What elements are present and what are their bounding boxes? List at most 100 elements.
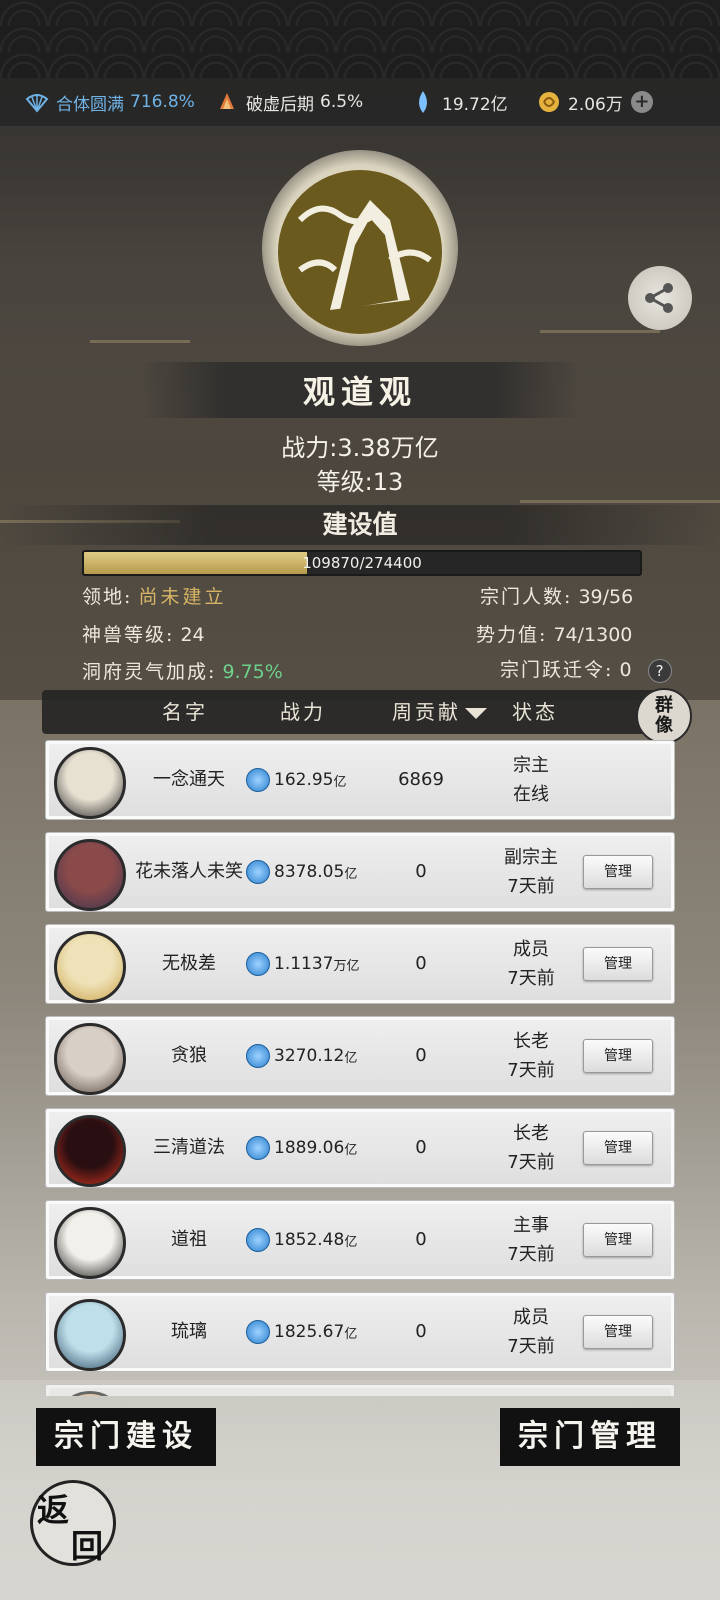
member-power-value: 3270.12	[274, 1046, 345, 1066]
influence-label: 势力值:	[476, 624, 548, 646]
member-avatar[interactable]	[54, 839, 126, 911]
build-progress-text: 109870/274400	[302, 554, 422, 572]
sect-build-button[interactable]: 宗门建设	[36, 1408, 216, 1466]
spirit-stone-value: 19.72亿	[442, 94, 508, 115]
move-token-info: 宗门跃迁令: 0 ?	[500, 655, 672, 683]
members-info: 宗门人数: 39/56	[480, 582, 633, 609]
member-name: 花未落人未笑	[135, 861, 243, 882]
member-row[interactable]: 花未落人未笑 8378.05 亿 0 副宗主 7天前 管理	[45, 832, 675, 912]
member-last-online: 7天前	[507, 968, 555, 989]
member-power-unit: 万亿	[333, 958, 360, 974]
member-power-unit: 亿	[333, 774, 347, 790]
member-power-unit: 亿	[344, 1326, 358, 1342]
sect-manage-button[interactable]: 宗门管理	[500, 1408, 680, 1466]
member-power-unit: 亿	[344, 1050, 358, 1066]
member-contribution: 0	[415, 861, 427, 882]
sect-power: 战力:3.38万亿	[0, 428, 720, 463]
col-contrib[interactable]: 周贡献	[392, 690, 487, 734]
share-button[interactable]	[628, 266, 692, 330]
member-list[interactable]: 一念通天 162.95 亿 6869 宗主 在线 花未落人未笑 8378.05 亿 0 副宗主 7天前…	[45, 740, 675, 1396]
help-button[interactable]: ?	[647, 658, 672, 683]
member-row[interactable]: 无极差 1.1137 万亿 0 成员 7天前 管理	[45, 924, 675, 1004]
cave-bonus-label: 洞府灵气加成:	[82, 661, 217, 683]
member-contribution: 0	[415, 953, 427, 974]
member-power-unit: 亿	[344, 1234, 358, 1250]
member-power-value: 8378.05	[274, 862, 345, 882]
territory-info: 领地: 尚未建立	[82, 582, 226, 609]
member-avatar[interactable]	[54, 1299, 126, 1371]
sect-emblem-icon	[270, 160, 450, 340]
build-progress-bar: 109870/274400	[82, 550, 642, 576]
realm-secondary-name: 破虚后期	[246, 94, 314, 115]
manage-member-button[interactable]: 管理	[583, 855, 653, 889]
member-status: 主事 7天前	[486, 1211, 576, 1269]
col-status[interactable]: 状态	[512, 690, 558, 734]
member-avatar[interactable]	[54, 1023, 126, 1095]
member-name: 无极差	[162, 953, 216, 974]
beast-info: 神兽等级: 24	[82, 620, 205, 647]
member-role: 长老	[513, 1123, 549, 1144]
add-gold-button[interactable]: +	[630, 91, 653, 113]
gold-value: 2.06万	[568, 94, 623, 115]
member-role: 副宗主	[504, 847, 558, 868]
realm-secondary-pct: 6.5%	[320, 92, 364, 112]
manage-member-button[interactable]: 管理	[583, 947, 653, 981]
member-avatar[interactable]	[54, 1115, 126, 1187]
member-power-unit: 亿	[344, 1142, 358, 1158]
spirit-coin-icon	[246, 1044, 270, 1068]
member-power: 3270.12 亿	[246, 1017, 366, 1095]
sect-name: 观道观	[302, 373, 417, 411]
spirit-coin-icon	[246, 952, 270, 976]
influence-value: 74/1300	[553, 624, 633, 646]
member-name: 道祖	[171, 1229, 207, 1250]
spirit-coin-icon	[246, 1320, 270, 1344]
sect-power-value: 3.38万亿	[337, 434, 439, 462]
member-row[interactable]: 贪狼 3270.12 亿 0 长老 7天前 管理	[45, 1016, 675, 1096]
member-row[interactable]: 一念通天 162.95 亿 6869 宗主 在线	[45, 740, 675, 820]
col-name[interactable]: 名字	[162, 690, 208, 734]
spirit-stone-counter[interactable]: 19.72亿	[410, 78, 508, 126]
members-value: 39/56	[578, 586, 634, 608]
member-power-value: 1889.06	[274, 1138, 345, 1158]
realm-secondary[interactable]: 破虚后期 6.5%	[214, 78, 363, 126]
manage-member-button[interactable]: 管理	[583, 1039, 653, 1073]
member-row[interactable]: 琉璃 1825.67 亿 0 成员 7天前 管理	[45, 1292, 675, 1372]
member-last-online: 7天前	[507, 1060, 555, 1081]
member-row[interactable]: 道祖 1852.48 亿 0 主事 7天前 管理	[45, 1200, 675, 1280]
realm-primary-name: 合体圆满	[56, 94, 124, 115]
member-power-unit: 亿	[344, 866, 358, 882]
member-status: 长老 7天前	[486, 1027, 576, 1085]
member-avatar[interactable]	[54, 1207, 126, 1279]
member-contribution: 0	[415, 1045, 427, 1066]
group-portrait-button[interactable]: 群 像	[636, 688, 692, 744]
col-power[interactable]: 战力	[280, 690, 326, 734]
back-button[interactable]: 返 回	[30, 1480, 116, 1566]
spirit-coin-icon	[246, 860, 270, 884]
sect-level-value: 13	[372, 468, 404, 496]
member-table-header: 名字 战力 周贡献 状态	[42, 690, 678, 734]
territory-value: 尚未建立	[138, 586, 227, 608]
group-button-char-1: 群	[655, 695, 673, 716]
beast-label: 神兽等级:	[82, 624, 175, 646]
member-last-online: 7天前	[507, 1152, 555, 1173]
member-power-value: 1825.67	[274, 1322, 345, 1342]
member-power-value: 1.1137	[274, 954, 334, 974]
member-contribution: 0	[415, 1137, 427, 1158]
member-last-online: 7天前	[507, 1244, 555, 1265]
member-avatar[interactable]	[54, 931, 126, 1003]
member-power: 162.95 亿	[246, 741, 366, 819]
back-button-char-2: 回	[71, 1527, 104, 1565]
realm-primary[interactable]: 合体圆满 716.8%	[24, 78, 195, 126]
member-row[interactable]: 三清道法 1889.06 亿 0 长老 7天前 管理	[45, 1108, 675, 1188]
fan-icon	[24, 89, 50, 115]
member-power: 1.1137 万亿	[246, 925, 366, 1003]
member-avatar[interactable]	[54, 747, 126, 819]
gold-counter[interactable]: 2.06万 +	[536, 78, 653, 126]
member-power: 1889.06 亿	[246, 1109, 366, 1187]
move-token-label: 宗门跃迁令:	[500, 659, 614, 681]
member-role: 成员	[513, 1307, 549, 1328]
manage-member-button[interactable]: 管理	[583, 1131, 653, 1165]
manage-member-button[interactable]: 管理	[583, 1315, 653, 1349]
manage-member-button[interactable]: 管理	[583, 1223, 653, 1257]
spirit-coin-icon	[246, 1228, 270, 1252]
